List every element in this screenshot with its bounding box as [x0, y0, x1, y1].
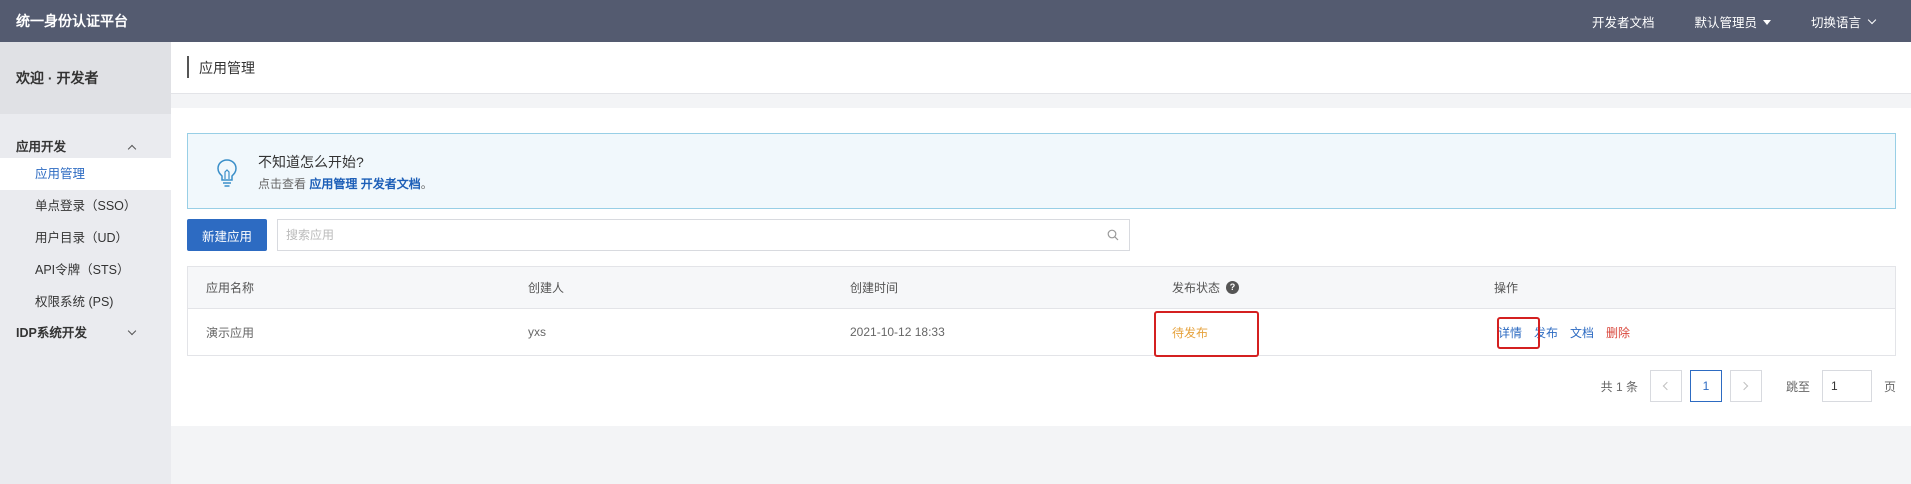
table-header: 应用名称 创建人 创建时间 发布状态 ? 操作	[188, 267, 1895, 309]
top-navbar: 统一身份认证平台 开发者文档 默认管理员 切换语言	[0, 0, 1911, 42]
new-app-button[interactable]: 新建应用	[187, 219, 267, 251]
status-highlight-box	[1154, 311, 1259, 357]
content-panel: 不知道怎么开始? 点击查看 应用管理 开发者文档。 新建应用 应用名称 创建人 …	[171, 108, 1911, 426]
help-icon[interactable]: ?	[1226, 281, 1240, 294]
admin-menu[interactable]: 默认管理员	[1694, 12, 1771, 31]
menu-group-label: IDP系统开发	[16, 326, 87, 340]
lightbulb-icon	[217, 159, 237, 187]
page-suffix: 页	[1883, 379, 1896, 394]
chevron-up-icon	[127, 144, 137, 154]
tip-suffix: 。	[420, 177, 433, 191]
cell-created-at: 2021-10-12 18:33	[850, 325, 945, 339]
sidebar-item-label: 单点登录（SSO）	[35, 199, 137, 213]
brand-title: 统一身份认证平台	[16, 13, 128, 29]
caret-down-icon	[1762, 19, 1771, 25]
col-header-status: 发布状态 ?	[1172, 267, 1240, 308]
developer-docs-label: 开发者文档	[1591, 15, 1655, 30]
table-row: 演示应用 yxs 2021-10-12 18:33 待发布 详情 发布 文档 删…	[188, 309, 1895, 355]
developer-docs-link[interactable]: 开发者文档	[1592, 12, 1655, 31]
top-nav: 开发者文档 默认管理员 切换语言	[1592, 0, 1877, 42]
sidebar-item-label: 用户目录（UD）	[35, 231, 129, 245]
next-page-button[interactable]	[1729, 370, 1762, 402]
sidebar-item-label: API令牌（STS）	[35, 263, 130, 277]
sidebar-item-sts[interactable]: API令牌（STS）	[0, 254, 171, 286]
main-area: 应用管理 不知道怎么开始? 点击查看 应用管理 开发者文档。 新建应用 搜索应用…	[171, 42, 1911, 484]
page-1-button[interactable]: 1	[1689, 370, 1722, 402]
page-title: 应用管理	[199, 60, 255, 76]
help-tip-banner: 不知道怎么开始? 点击查看 应用管理 开发者文档。	[187, 133, 1896, 209]
publish-highlight-box	[1497, 317, 1540, 349]
docs-action[interactable]: 文档	[1570, 324, 1594, 341]
tip-prefix: 点击查看	[258, 177, 307, 191]
language-switcher-label: 切换语言	[1810, 15, 1861, 30]
col-header-creator: 创建人	[528, 281, 565, 295]
col-header-created-at: 创建时间	[850, 281, 899, 295]
cell-app-name: 演示应用	[206, 325, 255, 340]
sidebar-item-label: 权限系统 (PS)	[35, 295, 114, 309]
col-header-name: 应用名称	[206, 281, 255, 295]
title-accent-bar	[187, 56, 189, 78]
menu-group-label: 应用开发	[16, 140, 67, 154]
goto-page-input[interactable]	[1821, 370, 1872, 402]
cell-creator: yxs	[528, 325, 546, 339]
page-header: 应用管理	[171, 42, 1911, 94]
sidebar-item-ud[interactable]: 用户目录（UD）	[0, 222, 171, 254]
search-input[interactable]	[278, 220, 1098, 250]
search-icon[interactable]	[1107, 229, 1119, 241]
col-header-actions: 操作	[1494, 281, 1519, 295]
prev-page-button[interactable]	[1649, 370, 1682, 402]
tip-text: 点击查看 应用管理 开发者文档。	[258, 175, 433, 192]
pagination: 共 1 条 1 跳至 页	[1601, 370, 1896, 402]
tip-title: 不知道怎么开始?	[258, 154, 364, 170]
col-header-status-label: 发布状态	[1172, 281, 1221, 295]
chevron-down-icon	[1867, 15, 1877, 24]
sidebar-item-ps[interactable]: 权限系统 (PS)	[0, 286, 171, 318]
arrow-left-icon	[1663, 381, 1672, 391]
sidebar-item-label: 应用管理	[35, 167, 86, 181]
delete-action[interactable]: 删除	[1606, 324, 1630, 341]
sidebar-item-app-management[interactable]: 应用管理	[0, 158, 171, 190]
menu-group-idp-dev[interactable]: IDP系统开发	[0, 322, 171, 344]
welcome-banner: 欢迎 · 开发者	[0, 42, 171, 114]
sidebar-item-sso[interactable]: 单点登录（SSO）	[0, 190, 171, 222]
search-box	[277, 219, 1130, 251]
apps-table: 应用名称 创建人 创建时间 发布状态 ? 操作 演示应用 yxs 2021-10…	[187, 266, 1896, 357]
arrow-right-icon	[1740, 381, 1749, 391]
tip-docs-link[interactable]: 应用管理 开发者文档	[309, 177, 420, 191]
sidebar: 欢迎 · 开发者 应用开发 应用管理 单点登录（SSO） 用户目录（UD） AP…	[0, 42, 171, 484]
admin-menu-label: 默认管理员	[1694, 15, 1757, 30]
goto-label: 跳至	[1785, 379, 1810, 394]
chevron-down-icon	[127, 326, 137, 336]
total-count: 共 1 条	[1600, 379, 1638, 394]
menu-group-app-dev[interactable]: 应用开发	[0, 136, 171, 158]
language-switcher[interactable]: 切换语言	[1810, 12, 1877, 31]
